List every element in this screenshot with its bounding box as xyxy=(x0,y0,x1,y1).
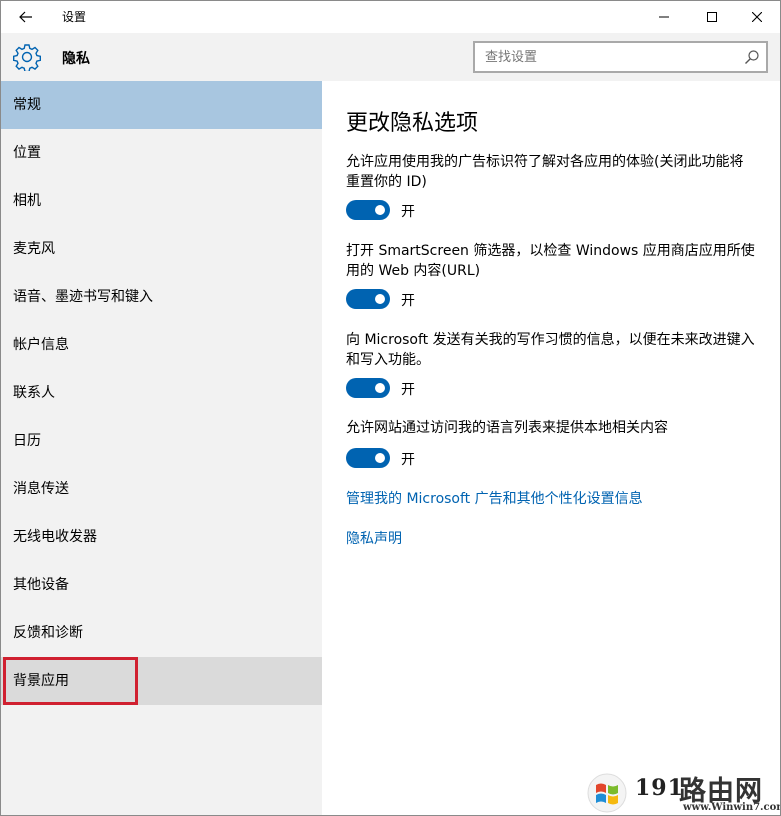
manage-ads-link[interactable]: 管理我的 Microsoft 广告和其他个性化设置信息 xyxy=(346,488,643,508)
back-arrow-icon xyxy=(19,11,32,23)
sidebar-nav: 常规 位置 相机 麦克风 语音、墨迹书写和键入 帐户信息 联系人 日历 消息传送… xyxy=(1,81,322,815)
sidebar-item-general[interactable]: 常规 xyxy=(1,81,322,129)
minimize-icon xyxy=(659,16,669,18)
sidebar-item-camera[interactable]: 相机 xyxy=(1,177,322,225)
toggle-switch-language-list[interactable] xyxy=(346,448,390,468)
search-icon[interactable] xyxy=(744,49,760,65)
title-bar: 设置 xyxy=(1,1,780,33)
windows-logo-icon xyxy=(587,773,627,813)
gear-icon xyxy=(13,44,41,71)
setting-description-ad-id: 允许应用使用我的广告标识符了解对各应用的体验(关闭此功能将重置你的 ID) xyxy=(346,154,744,190)
section-title: 更改隐私选项 xyxy=(346,111,479,136)
minimize-button[interactable] xyxy=(641,1,687,33)
sidebar-item-other-devices[interactable]: 其他设备 xyxy=(1,561,322,609)
back-button[interactable] xyxy=(9,4,43,30)
toggle-label-writing-info: 开 xyxy=(401,382,415,398)
toggle-knob xyxy=(375,453,385,463)
search-box[interactable] xyxy=(473,41,768,73)
toggle-label-ad-id: 开 xyxy=(401,204,415,220)
sidebar-item-contacts[interactable]: 联系人 xyxy=(1,369,322,417)
page-title: 隐私 xyxy=(62,51,90,67)
page-header: 隐私 xyxy=(1,33,780,81)
window-title: 设置 xyxy=(62,10,87,24)
sidebar-item-account-info[interactable]: 帐户信息 xyxy=(1,321,322,369)
setting-description-smartscreen: 打开 SmartScreen 筛选器，以检查 Windows 应用商店应用所使用… xyxy=(346,243,755,279)
settings-window: 设置 隐私 常规 位置 相机 麦克风 语 xyxy=(0,0,781,816)
toggle-knob xyxy=(375,383,385,393)
toggle-label-smartscreen: 开 xyxy=(401,293,415,309)
maximize-icon xyxy=(707,12,717,22)
toggle-knob xyxy=(375,205,385,215)
toggle-knob xyxy=(375,294,385,304)
watermark-number: 191 xyxy=(635,775,684,801)
sidebar-item-messaging[interactable]: 消息传送 xyxy=(1,465,322,513)
sidebar-item-microphone[interactable]: 麦克风 xyxy=(1,225,322,273)
toggle-label-language-list: 开 xyxy=(401,452,415,468)
maximize-button[interactable] xyxy=(689,1,735,33)
watermark-url: www.Winwin7.com xyxy=(683,802,781,813)
toggle-switch-ad-id[interactable] xyxy=(346,200,390,220)
close-button[interactable] xyxy=(734,1,780,33)
privacy-statement-link[interactable]: 隐私声明 xyxy=(346,528,402,548)
close-icon xyxy=(752,12,762,22)
sidebar-item-speech-inking-typing[interactable]: 语音、墨迹书写和键入 xyxy=(1,273,322,321)
search-input[interactable] xyxy=(475,43,735,71)
sidebar-item-feedback-diagnostics[interactable]: 反馈和诊断 xyxy=(1,609,322,657)
setting-description-writing-info: 向 Microsoft 发送有关我的写作习惯的信息，以便在未来改进键入和写入功能… xyxy=(346,332,755,368)
sidebar-item-radios[interactable]: 无线电收发器 xyxy=(1,513,322,561)
sidebar-item-location[interactable]: 位置 xyxy=(1,129,322,177)
site-watermark: 191 路由网 www.Winwin7.com xyxy=(583,763,781,815)
setting-description-language-list: 允许网站通过访问我的语言列表来提供本地相关内容 xyxy=(346,420,668,436)
toggle-switch-smartscreen[interactable] xyxy=(346,289,390,309)
main-content: 更改隐私选项 允许应用使用我的广告标识符了解对各应用的体验(关闭此功能将重置你的… xyxy=(322,81,780,815)
toggle-switch-writing-info[interactable] xyxy=(346,378,390,398)
annotation-highlight-box xyxy=(3,657,138,705)
sidebar-item-calendar[interactable]: 日历 xyxy=(1,417,322,465)
